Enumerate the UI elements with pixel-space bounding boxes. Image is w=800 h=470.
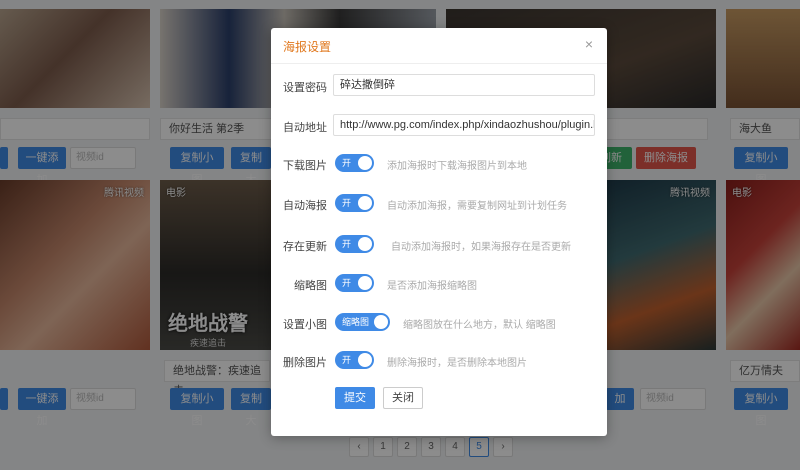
update-switch-text: 开: [342, 239, 352, 249]
password-label: 设置密码: [283, 82, 327, 94]
delete-image-switch-knob: [358, 353, 372, 367]
poster-settings-modal: 海报设置 × 设置密码 碎达撒倒碎 自动地址 http://www.pg.com…: [271, 28, 607, 436]
download-switch[interactable]: 开: [335, 154, 374, 172]
small-image-switch-text: 缩略图: [342, 317, 370, 327]
download-switch-knob: [358, 156, 372, 170]
thumbnail-label: 缩略图: [294, 280, 327, 292]
update-switch[interactable]: 开: [335, 235, 374, 253]
auto-url-label: 自动地址: [283, 122, 327, 134]
thumbnail-switch-text: 开: [342, 278, 352, 288]
auto-poster-switch-text: 开: [342, 198, 352, 208]
small-image-switch[interactable]: 缩略图: [335, 313, 390, 331]
small-image-hint: 缩略图放在什么地方，默认 缩略图: [403, 320, 556, 331]
download-hint: 添加海报时下载海报图片到本地: [387, 161, 527, 172]
thumbnail-hint: 是否添加海报缩略图: [387, 281, 477, 292]
update-hint: 自动添加海报时，如果海报存在是否更新: [391, 242, 571, 253]
auto-url-input[interactable]: http://www.pg.com/index.php/xindaozhusho…: [333, 114, 595, 136]
thumbnail-switch[interactable]: 开: [335, 274, 374, 292]
close-icon[interactable]: ×: [581, 36, 597, 52]
small-image-label: 设置小图: [283, 319, 327, 331]
close-button[interactable]: 关闭: [383, 387, 423, 409]
download-label: 下载图片: [283, 160, 327, 172]
small-image-switch-knob: [374, 315, 388, 329]
modal-title: 海报设置: [283, 40, 332, 54]
delete-image-label: 删除图片: [283, 357, 327, 369]
update-label: 存在更新: [283, 241, 327, 253]
modal-header: 海报设置 ×: [271, 28, 607, 64]
delete-image-hint: 删除海报时，是否删除本地图片: [387, 358, 527, 369]
delete-image-switch[interactable]: 开: [335, 351, 374, 369]
auto-poster-label: 自动海报: [283, 200, 327, 212]
auto-poster-switch[interactable]: 开: [335, 194, 374, 212]
download-switch-text: 开: [342, 158, 352, 168]
auto-poster-hint: 自动添加海报，需要复制网址到计划任务: [387, 201, 567, 212]
thumbnail-switch-knob: [358, 276, 372, 290]
password-input[interactable]: 碎达撒倒碎: [333, 74, 595, 96]
delete-image-switch-text: 开: [342, 355, 352, 365]
auto-poster-switch-knob: [358, 196, 372, 210]
submit-button[interactable]: 提交: [335, 387, 375, 409]
update-switch-knob: [358, 237, 372, 251]
